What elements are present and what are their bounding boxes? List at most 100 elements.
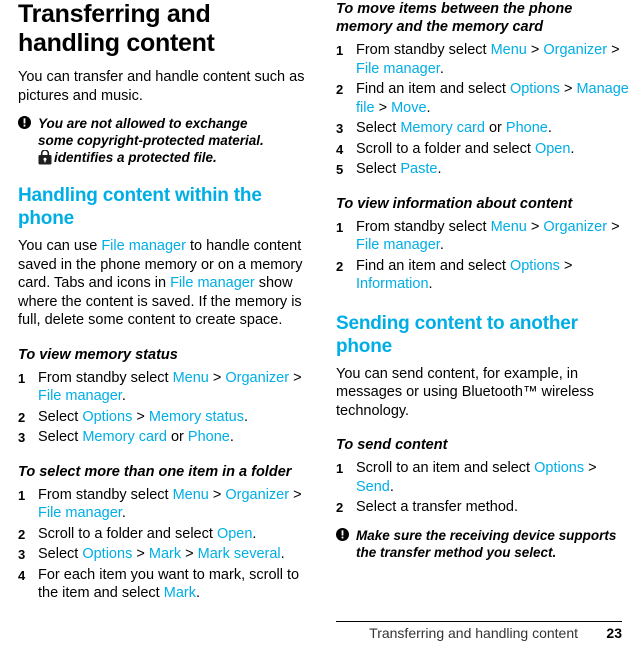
ui-term: Memory status: [148, 408, 244, 425]
step-item: 5 Select Paste.: [336, 160, 632, 179]
step-text: .: [437, 161, 442, 177]
step-text: >: [559, 81, 577, 97]
step-text: .: [389, 478, 394, 495]
ui-term: File manager: [38, 388, 122, 404]
intro-paragraph: You can transfer and handle content such…: [18, 69, 305, 104]
step-text: >: [132, 546, 149, 562]
step-text: .: [243, 408, 248, 425]
ui-term: Organizer: [543, 218, 608, 235]
ui-term: Mark several: [197, 546, 281, 562]
steps-memory-status: 1 From standby select Menu > Organizer > …: [18, 369, 314, 447]
ui-term: Phone: [505, 120, 548, 136]
step-item: 2 Find an item and select Options > Manag…: [336, 80, 632, 117]
step-text: Select: [38, 408, 83, 425]
step-text: .: [280, 546, 285, 562]
ui-term: Options: [509, 81, 560, 97]
step-number: 2: [336, 258, 344, 274]
step-text: >: [289, 369, 302, 386]
step-text: .: [229, 429, 234, 445]
step-number: 1: [336, 43, 344, 58]
ui-term: Information: [356, 276, 429, 292]
step-text: >: [559, 257, 573, 274]
step-item: 3 Select Memory card or Phone.: [18, 428, 314, 447]
step-text: From standby select: [38, 369, 173, 386]
ui-term: Paste: [400, 161, 438, 177]
step-text: >: [607, 218, 620, 235]
ui-term: Options: [509, 257, 560, 274]
step-text: Select: [38, 429, 83, 445]
ui-term: Menu: [490, 218, 527, 235]
right-column: To move items between the phone memory a…: [336, 0, 632, 571]
step-text: >: [526, 218, 544, 235]
transfer-note-line-1: Make sure the receiving device supports: [356, 527, 617, 543]
page-title: Transferring and handling content: [18, 0, 215, 57]
step-number: 1: [18, 487, 26, 503]
ui-term: Move: [391, 99, 427, 116]
step-text: >: [132, 408, 149, 425]
step-text: Scroll to an item and select: [356, 460, 535, 476]
step-item: 1 From standby select Menu > Organizer > …: [336, 41, 632, 78]
ui-term: File manager: [356, 237, 440, 253]
step-text: or: [166, 429, 188, 445]
ui-term: Options: [82, 546, 133, 562]
handling-paragraph: You can use File manager to handle conte…: [18, 237, 314, 330]
ui-term: Mark: [163, 585, 196, 601]
step-text: .: [121, 388, 126, 404]
ui-term: Organizer: [543, 42, 608, 58]
step-text: Select: [356, 120, 401, 136]
step-number: 1: [336, 461, 344, 476]
procedure-heading-view-info: To view information about content: [336, 195, 573, 212]
step-item: 1 From standby select Menu > Organizer > …: [18, 486, 314, 523]
step-text: Find an item and select: [356, 257, 510, 274]
ui-term: Options: [534, 460, 585, 476]
step-number: 3: [18, 430, 26, 445]
step-text: .: [428, 276, 433, 292]
step-number: 3: [18, 547, 26, 562]
step-item: 2 Select a transfer method.: [336, 498, 632, 517]
steps-view-info: 1 From standby select Menu > Organizer > …: [336, 218, 632, 294]
procedure-heading-memory-status: To view memory status: [18, 346, 178, 363]
transfer-note-line-2: the transfer method you select.: [356, 544, 557, 560]
step-text: >: [526, 42, 544, 58]
section-heading-sending: Sending content to another phone: [336, 312, 578, 357]
warning-exclamation-icon: [336, 527, 349, 541]
step-item: 3 Select Memory card or Phone.: [336, 119, 632, 138]
ui-term: Phone: [187, 429, 230, 445]
handling-text-a: You can use: [18, 238, 102, 254]
ui-term: Menu: [172, 369, 209, 386]
transfer-method-note: Make sure the receiving device supports …: [336, 527, 632, 561]
padlock-icon: [38, 149, 52, 165]
step-text: .: [439, 60, 444, 77]
steps-send-content: 1 Scroll to an item and select Options > …: [336, 459, 632, 517]
section-heading-handling: Handling content within the phone: [18, 185, 262, 229]
step-item: 2 Find an item and select Options > Infor…: [336, 257, 632, 294]
footer-title: Transferring and handling content: [369, 625, 578, 641]
step-item: 2 Scroll to a folder and select Open.: [18, 525, 314, 544]
step-text: or: [484, 120, 506, 136]
note-line-1: You are not allowed to exchange: [38, 116, 248, 131]
steps-select-multiple: 1 From standby select Menu > Organizer > …: [18, 486, 314, 603]
step-number: 2: [18, 409, 26, 425]
steps-move-items: 1 From standby select Menu > Organizer > …: [336, 41, 632, 179]
step-item: 3 Select Options > Mark > Mark several.: [18, 545, 314, 564]
step-number: 2: [336, 82, 344, 97]
step-number: 1: [18, 370, 26, 386]
step-number: 4: [336, 141, 344, 157]
ui-term: Organizer: [225, 486, 290, 503]
step-text: .: [570, 140, 575, 157]
ui-term: Menu: [490, 42, 527, 58]
ui-term: Organizer: [225, 369, 290, 386]
step-text: From standby select: [356, 42, 491, 58]
step-text: >: [181, 546, 198, 562]
step-item: 1 From standby select Menu > Organizer > …: [336, 218, 632, 255]
step-text: Select: [356, 161, 401, 177]
step-text: From standby select: [356, 218, 491, 235]
manual-page: Transferring and handling content You ca…: [0, 0, 640, 653]
sending-paragraph: You can send content, for example, in me…: [336, 365, 594, 419]
step-item: 1 From standby select Menu > Organizer > …: [18, 369, 314, 406]
ui-term: Open: [216, 525, 253, 542]
step-text: Select a transfer method.: [356, 499, 518, 515]
step-text: .: [121, 505, 126, 521]
step-number: 3: [336, 121, 344, 136]
left-column: Transferring and handling content You ca…: [18, 0, 314, 605]
